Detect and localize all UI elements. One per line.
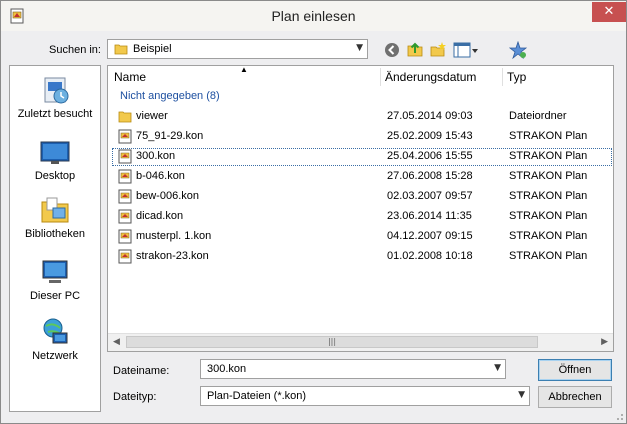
file-row[interactable]: bew-006.kon 02.03.2007 09:57 STRAKON Pla… bbox=[112, 188, 612, 206]
place-recent[interactable]: Zuletzt besucht bbox=[10, 74, 100, 120]
up-folder-icon[interactable] bbox=[406, 41, 424, 59]
window-title: Plan einlesen bbox=[271, 8, 356, 24]
chevron-down-icon[interactable]: ▼ bbox=[356, 43, 363, 53]
file-row[interactable]: strakon-23.kon 01.02.2008 10:18 STRAKON … bbox=[112, 248, 612, 266]
file-row[interactable]: b-046.kon 27.06.2008 15:28 STRAKON Plan bbox=[112, 168, 612, 186]
place-label: Zuletzt besucht bbox=[17, 108, 93, 120]
file-row[interactable]: viewer 27.05.2014 09:03 Dateiordner bbox=[112, 108, 612, 126]
file-type: Dateiordner bbox=[509, 110, 567, 122]
file-type: STRAKON Plan bbox=[509, 130, 588, 142]
file-name: dicad.kon bbox=[136, 210, 184, 222]
back-icon[interactable] bbox=[383, 41, 401, 59]
places-bar: Zuletzt besucht Desktop Bibliotheken Die… bbox=[9, 65, 101, 412]
folder-icon bbox=[118, 111, 132, 123]
file-type: STRAKON Plan bbox=[509, 250, 588, 262]
file-name: 300.kon bbox=[136, 150, 176, 162]
chevron-down-icon[interactable]: ▼ bbox=[494, 363, 501, 373]
column-header-name[interactable]: Name ▲ bbox=[114, 66, 380, 88]
file-list[interactable]: Name ▲ Änderungsdatum Typ Nicht angegebe… bbox=[107, 65, 614, 352]
filename-field[interactable]: 300.kon ▼ bbox=[200, 359, 506, 379]
close-button[interactable]: ✕ bbox=[592, 2, 626, 22]
look-in-label: Suchen in: bbox=[49, 44, 101, 56]
column-header-type[interactable]: Typ bbox=[507, 66, 607, 88]
favorites-star-icon[interactable] bbox=[509, 41, 527, 59]
file-name: bew-006.kon bbox=[136, 190, 199, 202]
filetype-select[interactable]: Plan-Dateien (*.kon) ▼ bbox=[200, 386, 530, 406]
kon-file-icon bbox=[118, 189, 132, 204]
file-date: 27.05.2014 09:03 bbox=[387, 110, 473, 122]
file-date: 25.04.2006 15:55 bbox=[387, 150, 473, 162]
this-pc-icon bbox=[42, 260, 68, 283]
file-date: 01.02.2008 10:18 bbox=[387, 250, 473, 262]
place-libraries[interactable]: Bibliotheken bbox=[10, 194, 100, 240]
file-date: 02.03.2007 09:57 bbox=[387, 190, 473, 202]
kon-file-icon bbox=[118, 229, 132, 244]
recent-places-icon bbox=[44, 77, 69, 104]
open-plan-dialog: Plan einlesen ✕ Suchen in: Beispiel ▼ Zu… bbox=[0, 0, 627, 424]
place-network[interactable]: Netzwerk bbox=[10, 316, 100, 362]
file-type: STRAKON Plan bbox=[509, 230, 588, 242]
file-row-selected[interactable]: 300.kon 25.04.2006 15:55 STRAKON Plan bbox=[112, 148, 612, 166]
chevron-down-icon[interactable]: ▼ bbox=[518, 390, 525, 400]
scrollbar-thumb[interactable]: ||| bbox=[126, 336, 538, 348]
group-header[interactable]: Nicht angegeben (8) bbox=[120, 90, 220, 102]
kon-file-icon bbox=[118, 129, 132, 144]
kon-file-icon bbox=[118, 209, 132, 224]
view-menu-icon[interactable] bbox=[453, 41, 479, 59]
scroll-right-icon[interactable]: ▶ bbox=[601, 337, 608, 347]
libraries-icon bbox=[41, 197, 69, 223]
filetype-value: Plan-Dateien (*.kon) bbox=[207, 390, 307, 402]
file-name: musterpl. 1.kon bbox=[136, 230, 212, 242]
place-desktop[interactable]: Desktop bbox=[10, 136, 100, 182]
file-date: 23.06.2014 11:35 bbox=[387, 210, 472, 222]
file-name: strakon-23.kon bbox=[136, 250, 209, 262]
place-this-pc[interactable]: Dieser PC bbox=[10, 256, 100, 302]
column-separator[interactable] bbox=[380, 68, 381, 86]
file-type: STRAKON Plan bbox=[509, 150, 588, 162]
file-date: 27.06.2008 15:28 bbox=[387, 170, 473, 182]
place-label: Desktop bbox=[34, 170, 76, 182]
cancel-button[interactable]: Abbrechen bbox=[538, 386, 612, 408]
file-type: STRAKON Plan bbox=[509, 210, 588, 222]
filename-value: 300.kon bbox=[207, 363, 247, 375]
file-name: b-046.kon bbox=[136, 170, 185, 182]
file-date: 25.02.2009 15:43 bbox=[387, 130, 473, 142]
kon-file-icon bbox=[118, 149, 132, 164]
kon-file-icon bbox=[118, 249, 132, 264]
look-in-value: Beispiel bbox=[133, 43, 172, 55]
place-label: Netzwerk bbox=[32, 350, 78, 362]
file-name: viewer bbox=[136, 110, 168, 122]
network-icon bbox=[43, 318, 68, 344]
file-row[interactable]: dicad.kon 23.06.2014 11:35 STRAKON Plan bbox=[112, 208, 612, 226]
place-label: Bibliotheken bbox=[25, 228, 85, 240]
folder-icon bbox=[114, 44, 128, 55]
column-header-date[interactable]: Änderungsdatum bbox=[385, 66, 502, 88]
file-row[interactable]: 75_91-29.kon 25.02.2009 15:43 STRAKON Pl… bbox=[112, 128, 612, 146]
close-icon: ✕ bbox=[603, 4, 615, 19]
file-type: STRAKON Plan bbox=[509, 190, 588, 202]
place-label: Dieser PC bbox=[29, 290, 81, 302]
resize-grip-icon[interactable] bbox=[614, 411, 624, 421]
file-type: STRAKON Plan bbox=[509, 170, 588, 182]
scroll-left-icon[interactable]: ◀ bbox=[113, 337, 120, 347]
kon-file-icon bbox=[118, 169, 132, 184]
file-row[interactable]: musterpl. 1.kon 04.12.2007 09:15 STRAKON… bbox=[112, 228, 612, 246]
file-date: 04.12.2007 09:15 bbox=[387, 230, 473, 242]
open-button[interactable]: Öffnen bbox=[538, 359, 612, 381]
filetype-label: Dateityp: bbox=[113, 391, 157, 403]
file-name: 75_91-29.kon bbox=[136, 130, 204, 142]
desktop-icon bbox=[40, 141, 70, 164]
new-folder-icon[interactable] bbox=[429, 41, 447, 59]
look-in-combobox[interactable]: Beispiel ▼ bbox=[107, 39, 368, 59]
sort-ascending-icon: ▲ bbox=[240, 65, 248, 74]
horizontal-scrollbar[interactable]: ◀ ||| ▶ bbox=[108, 333, 613, 351]
column-separator[interactable] bbox=[502, 68, 503, 86]
filename-label: Dateiname: bbox=[113, 365, 170, 377]
title-bar[interactable]: Plan einlesen ✕ bbox=[1, 1, 626, 31]
